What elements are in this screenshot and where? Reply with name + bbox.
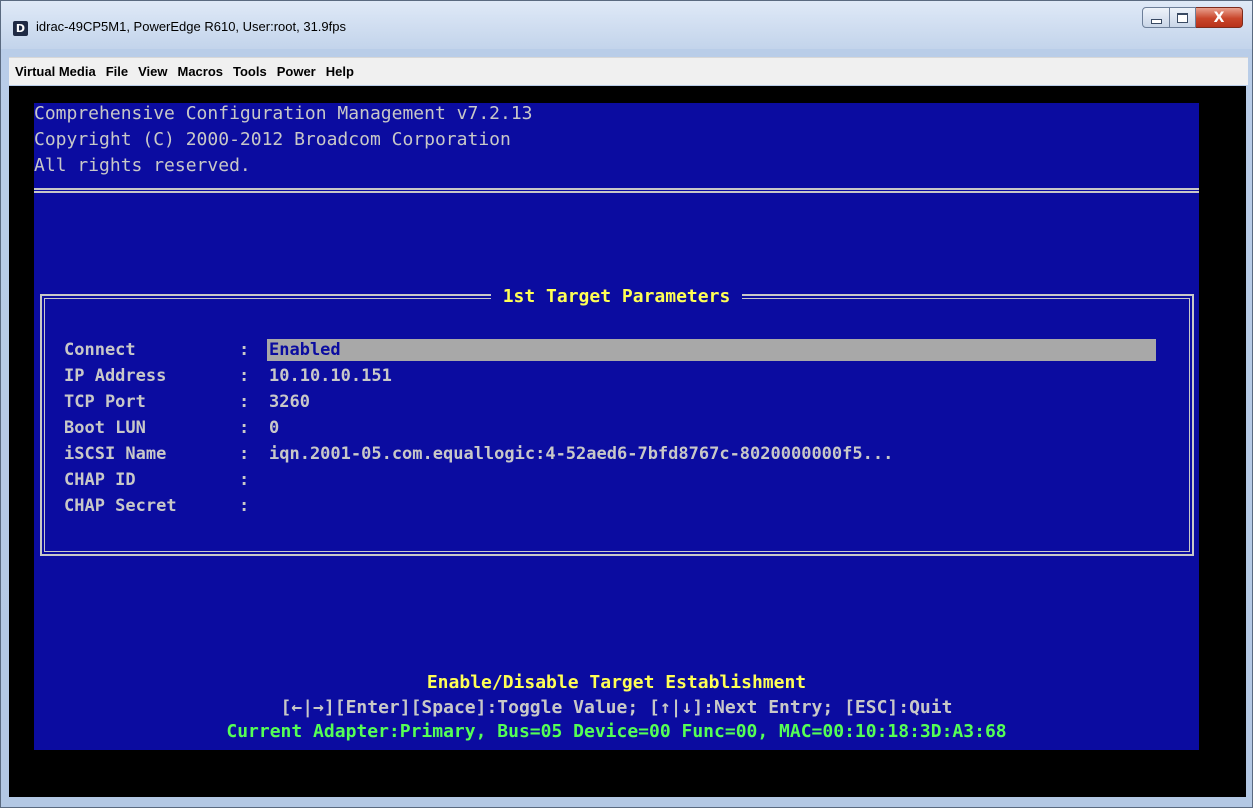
minimize-icon <box>1150 18 1162 24</box>
menu-macros[interactable]: Macros <box>172 58 228 86</box>
bios-console-screen: Comprehensive Configuration Management v… <box>34 103 1199 750</box>
header-divider <box>34 188 1199 193</box>
help-description: Enable/Disable Target Establishment <box>426 672 807 693</box>
menu-help[interactable]: Help <box>321 58 359 86</box>
field-label: Connect <box>64 340 136 360</box>
close-button[interactable]: X <box>1196 7 1243 28</box>
menu-view[interactable]: View <box>133 58 172 86</box>
menu-power[interactable]: Power <box>272 58 321 86</box>
header-rights-line: All rights reserved. <box>34 155 251 176</box>
header-copyright-line: Copyright (C) 2000-2012 Broadcom Corpora… <box>34 129 511 150</box>
panel-title-text: 1st Target Parameters <box>490 286 743 307</box>
caption-buttons: X <box>1142 7 1243 28</box>
title-bar[interactable]: D idrac-49CP5M1, PowerEdge R610, User:ro… <box>1 1 1252 49</box>
field-separator: : <box>239 444 250 464</box>
field-separator: : <box>239 418 250 438</box>
idrac-app-icon: D <box>13 21 28 36</box>
menu-virtual-media[interactable]: Virtual Media <box>10 58 101 86</box>
field-value[interactable]: iqn.2001-05.com.equallogic:4-52aed6-7bfd… <box>269 443 893 465</box>
menu-file[interactable]: File <box>101 58 133 86</box>
field-value[interactable]: 3260 <box>269 391 310 413</box>
field-separator: : <box>239 340 250 360</box>
key-hints: [←|→][Enter][Space]:Toggle Value; [↑|↓]:… <box>280 697 953 718</box>
field-separator: : <box>239 496 250 516</box>
panel-inner-border <box>44 298 1190 552</box>
field-value[interactable]: 10.10.10.151 <box>269 365 392 387</box>
menu-bar: Virtual Media File View Macros Tools Pow… <box>9 57 1248 85</box>
field-label: CHAP ID <box>64 470 136 490</box>
field-value[interactable]: Enabled <box>269 339 341 361</box>
window-title: idrac-49CP5M1, PowerEdge R610, User:root… <box>36 19 346 34</box>
field-label: TCP Port <box>64 392 146 412</box>
field-label: IP Address <box>64 366 167 386</box>
panel-title: 1st Target Parameters <box>34 286 1199 308</box>
target-parameters-panel <box>40 294 1194 556</box>
header-product-line: Comprehensive Configuration Management v… <box>34 103 533 124</box>
field-separator: : <box>239 470 250 490</box>
close-icon: X <box>1213 9 1225 26</box>
field-label: CHAP Secret <box>64 496 177 516</box>
menu-tools[interactable]: Tools <box>228 58 272 86</box>
maximize-button[interactable] <box>1170 7 1196 28</box>
field-separator: : <box>239 366 250 386</box>
field-label: iSCSI Name <box>64 444 167 464</box>
minimize-button[interactable] <box>1142 7 1170 28</box>
adapter-info: Current Adapter:Primary, Bus=05 Device=0… <box>226 721 1007 742</box>
field-value[interactable]: 0 <box>269 417 279 439</box>
maximize-icon <box>1177 12 1188 23</box>
field-label: Boot LUN <box>64 418 146 438</box>
selected-field-highlight <box>267 339 1156 361</box>
field-separator: : <box>239 392 250 412</box>
